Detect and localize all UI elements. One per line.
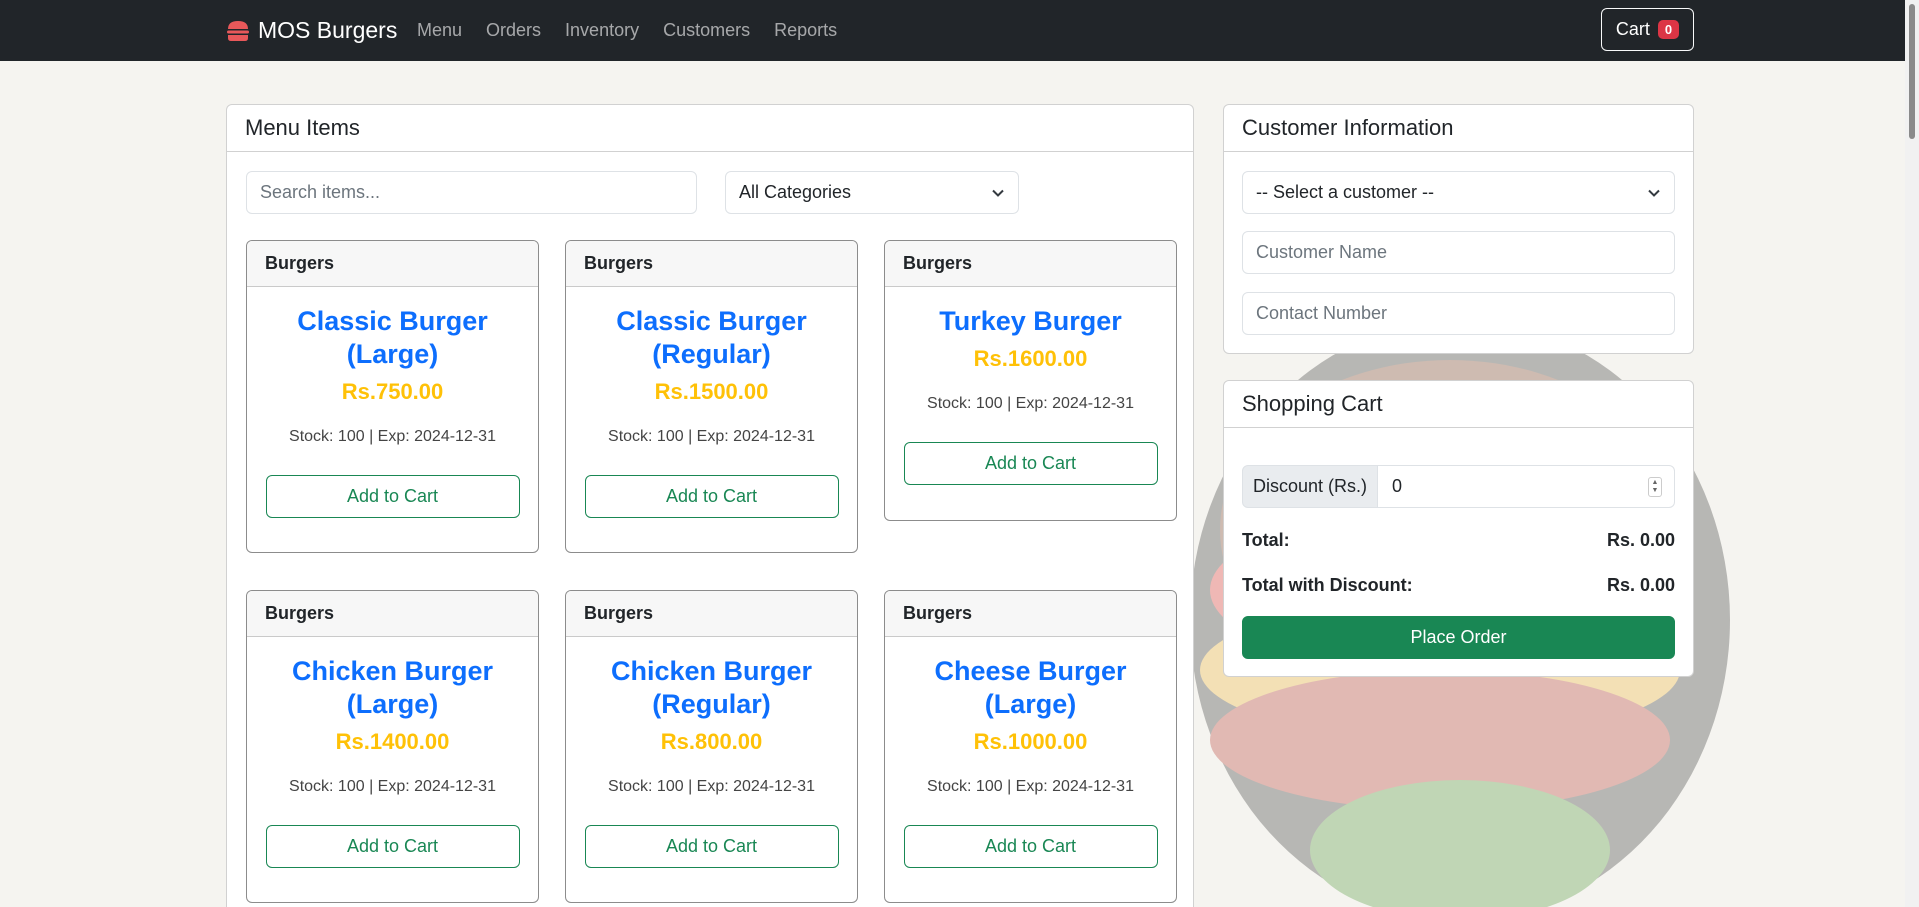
menu-item-card: Burgers Classic Burger (Regular) Rs.1500… [565,240,858,553]
discount-input[interactable]: 0 ▲ ▼ [1378,465,1675,508]
add-to-cart-button[interactable]: Add to Cart [584,825,839,868]
top-navbar: MOS Burgers Menu Orders Inventory Custom… [0,0,1919,61]
discount-value: 0 [1392,476,1403,496]
add-to-cart-button[interactable]: Add to Cart [584,475,839,518]
place-order-button[interactable]: Place Order [1242,616,1675,659]
item-stock: Stock: 100 | Exp: 2024-12-31 [608,428,815,445]
item-stock: Stock: 100 | Exp: 2024-12-31 [608,778,815,795]
nav-link-orders[interactable]: Orders [486,20,541,41]
menu-item-card: Burgers Chicken Burger (Large) Rs.1400.0… [246,590,539,903]
cart-label: Cart [1615,19,1650,39]
customer-name-field[interactable]: Customer Name [1242,231,1675,274]
category-selected: All Categories [739,182,852,202]
nav-links: Menu Orders Inventory Customers Reports [417,0,837,61]
add-to-cart-button[interactable]: Add to Cart [903,442,1158,485]
nav-link-customers[interactable]: Customers [663,20,750,41]
search-placeholder: Search items... [260,182,381,202]
item-name: Classic Burger (Regular) [616,306,807,369]
item-price: Rs.1400.00 [335,729,450,754]
brand-name: MOS Burgers [258,17,398,43]
chevron-down-icon [1648,189,1660,197]
add-to-cart-button[interactable]: Add to Cart [265,475,520,518]
shopping-cart-title: Shopping Cart [1242,391,1383,416]
item-price: Rs.1000.00 [973,729,1088,754]
item-price: Rs.800.00 [660,729,763,754]
menu-items-panel: Menu Items Search items... All Categorie… [226,104,1194,907]
nav-link-reports[interactable]: Reports [774,20,837,41]
menu-item-card: Burgers Cheese Burger (Large) Rs.1000.00… [884,590,1177,903]
item-stock: Stock: 100 | Exp: 2024-12-31 [927,778,1134,795]
item-stock: Stock: 100 | Exp: 2024-12-31 [289,778,496,795]
nav-link-menu[interactable]: Menu [417,20,462,41]
item-category: Burgers [566,241,857,287]
item-category: Burgers [885,591,1176,637]
burger-logo-icon [227,20,249,41]
total-with-discount-label: Total with Discount: [1242,575,1413,595]
item-name: Cheese Burger (Large) [934,656,1127,719]
item-price: Rs.1500.00 [654,379,769,404]
menu-item-card: Burgers Classic Burger (Large) Rs.750.00… [246,240,539,553]
shopping-cart-header: Shopping Cart [1224,381,1693,428]
customer-select[interactable]: -- Select a customer -- [1242,171,1675,214]
menu-item-card: Burgers Chicken Burger (Regular) Rs.800.… [565,590,858,903]
item-category: Burgers [566,591,857,637]
total-label: Total: [1242,530,1290,550]
cart-count-badge: 0 [1657,20,1680,39]
customer-name-placeholder: Customer Name [1256,242,1388,262]
total-value: Rs. 0.00 [1606,530,1675,550]
total-with-discount-row: Total with Discount: Rs. 0.00 [1242,575,1675,596]
search-input[interactable]: Search items... [246,171,697,214]
customer-information-panel: Customer Information -- Select a custome… [1223,104,1694,354]
item-category: Burgers [885,241,1176,287]
item-price: Rs.1600.00 [973,346,1088,371]
item-name: Turkey Burger [939,306,1122,336]
item-price: Rs.750.00 [341,379,444,404]
contact-number-field[interactable]: Contact Number [1242,292,1675,335]
customer-information-header: Customer Information [1224,105,1693,152]
total-row: Total: Rs. 0.00 [1242,530,1675,551]
add-to-cart-button[interactable]: Add to Cart [265,825,520,868]
menu-items-header: Menu Items [227,105,1193,152]
discount-input-group: Discount (Rs.) 0 ▲ ▼ [1242,465,1675,508]
item-name: Chicken Burger (Regular) [610,656,813,719]
number-spinner-icon[interactable]: ▲ ▼ [1648,476,1662,497]
item-name: Classic Burger (Large) [297,306,488,369]
nav-link-inventory[interactable]: Inventory [565,20,639,41]
cart-button[interactable]: Cart 0 [1601,8,1694,51]
menu-item-card: Burgers Turkey Burger Rs.1600.00 Stock: … [884,240,1177,521]
customer-information-title: Customer Information [1242,115,1454,140]
menu-items-title: Menu Items [245,115,360,140]
total-with-discount-value: Rs. 0.00 [1606,575,1675,595]
shopping-cart-panel: Shopping Cart Discount (Rs.) 0 ▲ ▼ Total:… [1223,380,1694,677]
brand-link[interactable]: MOS Burgers [226,0,397,61]
item-stock: Stock: 100 | Exp: 2024-12-31 [289,428,496,445]
item-name: Chicken Burger (Large) [291,656,494,719]
contact-number-placeholder: Contact Number [1256,303,1388,323]
add-to-cart-button[interactable]: Add to Cart [903,825,1158,868]
discount-label: Discount (Rs.) [1242,465,1378,508]
item-stock: Stock: 100 | Exp: 2024-12-31 [927,395,1134,412]
item-category: Burgers [247,591,538,637]
chevron-down-icon [992,189,1004,197]
scrollbar-thumb[interactable] [1909,4,1915,139]
customer-select-value: -- Select a customer -- [1256,182,1435,202]
page-scrollbar[interactable] [1905,0,1919,907]
item-category: Burgers [247,241,538,287]
category-select[interactable]: All Categories [725,171,1019,214]
